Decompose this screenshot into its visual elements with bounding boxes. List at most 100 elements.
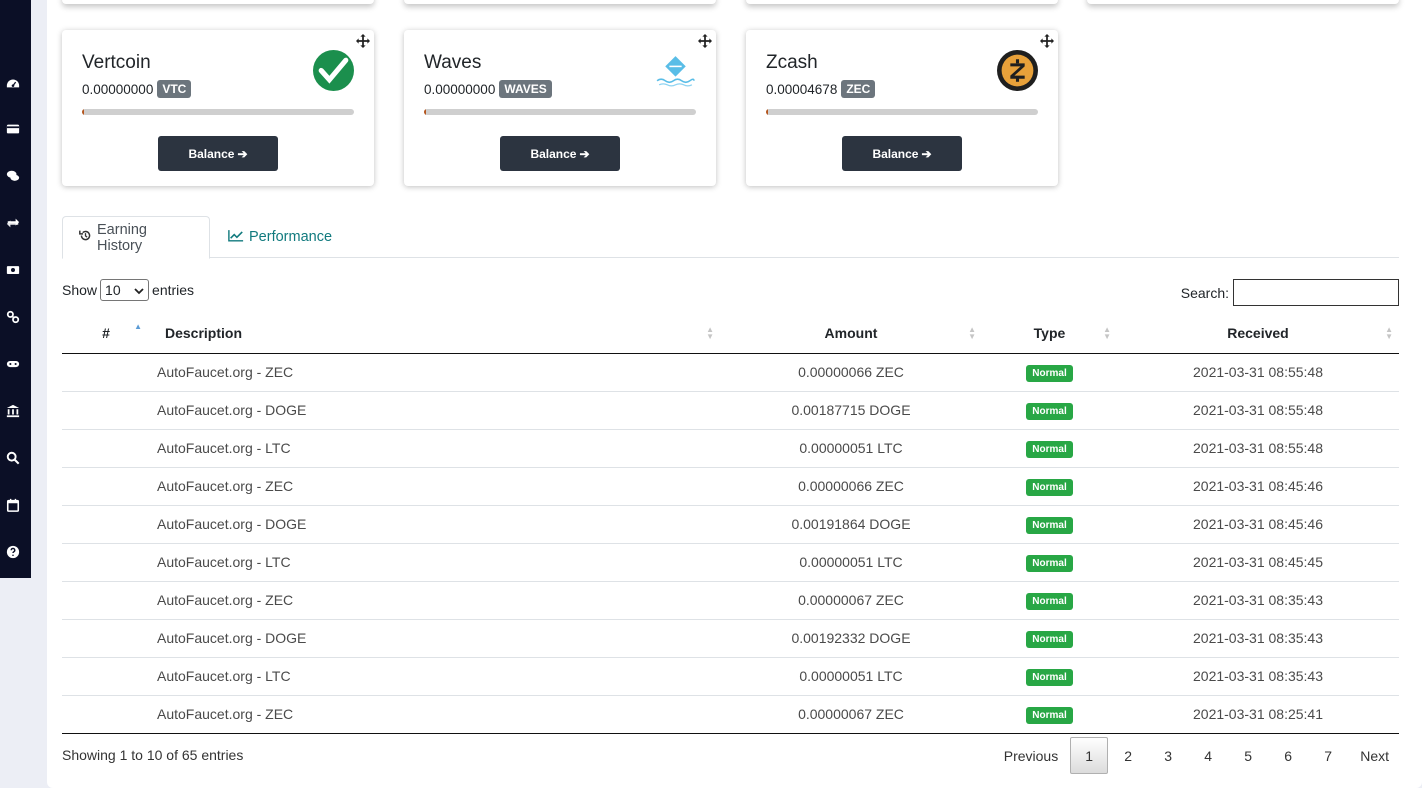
cell-amount: 0.00000051 LTC (720, 543, 982, 582)
column-header-received[interactable]: Received ▲ ▼ (1117, 314, 1399, 354)
arrow-right-icon: ➔ (921, 146, 932, 161)
gamepad-icon[interactable] (6, 357, 20, 371)
cell-number (62, 581, 150, 620)
previous-page-button[interactable]: Previous (992, 737, 1070, 774)
comments-icon[interactable] (6, 169, 20, 183)
history-icon (79, 229, 92, 246)
money-icon[interactable] (6, 263, 20, 277)
coin-ticker-badge: WAVES (499, 80, 552, 98)
page-button-7[interactable]: 7 (1308, 737, 1348, 774)
calendar-icon[interactable] (6, 498, 20, 512)
card-edge (1087, 0, 1399, 4)
header-label: Amount (824, 325, 878, 342)
cell-number (62, 505, 150, 544)
cell-number (62, 619, 150, 658)
type-badge: Normal (1026, 364, 1073, 382)
tab-label: Performance (249, 229, 333, 245)
tab-earning-history[interactable]: Earning History (62, 216, 210, 259)
cell-amount: 0.00192332 DOGE (720, 619, 982, 658)
column-header-number[interactable]: # ▲ (62, 314, 150, 354)
balance-button[interactable]: Balance ➔ (842, 136, 962, 171)
sort-icon: ▲ ▼ (1385, 325, 1393, 341)
search-icon[interactable] (6, 451, 20, 465)
coin-card-zcash: Zcash 0.00004678 ZEC Balance ➔ (746, 30, 1058, 186)
cell-received: 2021-03-31 08:55:48 (1117, 429, 1399, 468)
page-button-2[interactable]: 2 (1108, 737, 1148, 774)
column-header-type[interactable]: Type ▲ ▼ (982, 314, 1117, 354)
cell-type: Normal (982, 429, 1117, 468)
table-row: AutoFaucet.org - LTC 0.00000051 LTC Normal… (62, 429, 1399, 468)
entries-value: 10 (105, 282, 121, 298)
progress-fill (82, 109, 84, 115)
question-circle-icon[interactable] (6, 545, 20, 559)
move-icon[interactable] (356, 34, 370, 48)
coin-card-waves: Waves 0.00000000 WAVES Balance ➔ (404, 30, 716, 186)
zcash-logo (997, 50, 1038, 91)
cell-amount: 0.00000066 ZEC (720, 467, 982, 506)
cell-amount: 0.00000066 ZEC (720, 353, 982, 392)
cell-received: 2021-03-31 08:55:48 (1117, 391, 1399, 430)
cell-type: Normal (982, 619, 1117, 658)
cell-description: AutoFaucet.org - LTC (150, 543, 720, 582)
balance-button-label: Balance (530, 146, 577, 161)
card-edge (62, 0, 374, 4)
column-header-description[interactable]: Description ▲ ▼ (150, 314, 720, 354)
cell-description: AutoFaucet.org - DOGE (150, 391, 720, 430)
arrow-right-icon: ➔ (237, 146, 248, 161)
cell-amount: 0.00000051 LTC (720, 429, 982, 468)
cell-description: AutoFaucet.org - DOGE (150, 505, 720, 544)
cell-description: AutoFaucet.org - ZEC (150, 353, 720, 392)
type-badge: Normal (1026, 440, 1073, 458)
exchange-icon[interactable] (6, 216, 20, 230)
pagination: Previous 1234567 Next (992, 737, 1401, 774)
sidebar (0, 0, 31, 578)
link-icon[interactable] (6, 310, 20, 324)
cell-received: 2021-03-31 08:35:43 (1117, 619, 1399, 658)
tab-performance[interactable]: Performance (212, 216, 348, 258)
coin-name: Waves (424, 52, 482, 73)
move-icon[interactable] (698, 34, 712, 48)
chevron-down-icon (134, 282, 144, 298)
sort-icon: ▲ ▼ (706, 325, 714, 341)
table-header-row: # ▲ Description ▲ ▼ Amount ▲ ▼ Type ▲ ▼ Receive… (62, 314, 1399, 354)
page-button-3[interactable]: 3 (1148, 737, 1188, 774)
sort-icon: ▲ ▼ (1103, 325, 1111, 341)
balance-button-label: Balance (872, 146, 919, 161)
coin-balance: 0.00000000 WAVES (424, 80, 552, 98)
column-header-amount[interactable]: Amount ▲ ▼ (720, 314, 982, 354)
page-button-6[interactable]: 6 (1268, 737, 1308, 774)
cell-received: 2021-03-31 08:25:41 (1117, 695, 1399, 734)
next-page-button[interactable]: Next (1348, 737, 1401, 774)
credit-card-icon[interactable] (6, 122, 20, 136)
coin-card-vertcoin: Vertcoin 0.00000000 VTC Balance ➔ (62, 30, 374, 186)
page-button-5[interactable]: 5 (1228, 737, 1268, 774)
cell-received: 2021-03-31 08:35:43 (1117, 581, 1399, 620)
balance-button[interactable]: Balance ➔ (158, 136, 278, 171)
balance-button-label: Balance (188, 146, 235, 161)
balance-button[interactable]: Balance ➔ (500, 136, 620, 171)
dashboard-icon[interactable] (6, 76, 20, 90)
move-icon[interactable] (1040, 34, 1054, 48)
header-label: # (102, 325, 110, 342)
cell-number (62, 391, 150, 430)
cell-number (62, 429, 150, 468)
coin-name: Vertcoin (82, 52, 151, 73)
cell-amount: 0.00191864 DOGE (720, 505, 982, 544)
page-button-4[interactable]: 4 (1188, 737, 1228, 774)
bank-icon[interactable] (6, 404, 20, 418)
cell-type: Normal (982, 467, 1117, 506)
table-row: AutoFaucet.org - LTC 0.00000051 LTC Normal… (62, 657, 1399, 696)
cell-description: AutoFaucet.org - ZEC (150, 581, 720, 620)
page-button-1[interactable]: 1 (1070, 737, 1109, 774)
entries-length-control: Show 10 entries (62, 279, 194, 301)
card-edge (746, 0, 1058, 4)
type-badge: Normal (1026, 706, 1073, 724)
search-input[interactable] (1233, 279, 1399, 306)
card-edge (404, 0, 716, 4)
earning-history-table: # ▲ Description ▲ ▼ Amount ▲ ▼ Type ▲ ▼ Receive… (62, 314, 1399, 734)
balance-amount: 0.00004678 (766, 81, 838, 97)
table-row: AutoFaucet.org - DOGE 0.00187715 DOGE Norm… (62, 391, 1399, 430)
entries-select[interactable]: 10 (100, 279, 150, 301)
cell-received: 2021-03-31 08:55:48 (1117, 353, 1399, 392)
header-label: Description (165, 325, 243, 342)
